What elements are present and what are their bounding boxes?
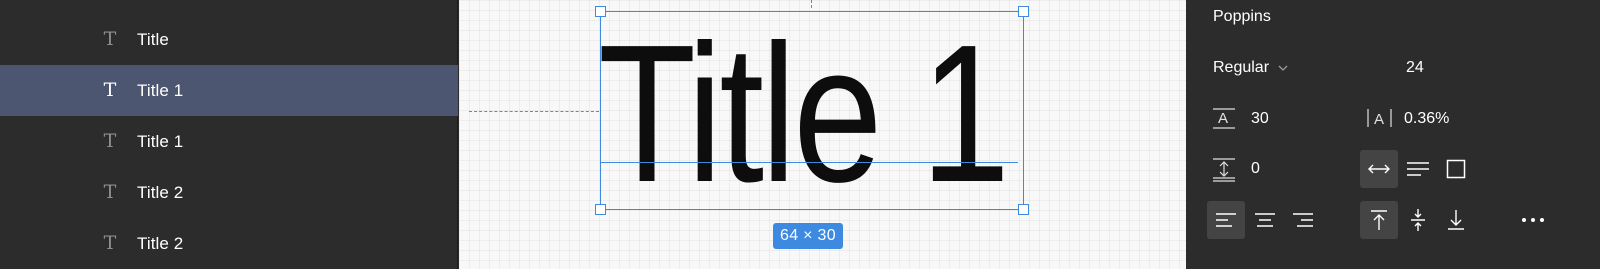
design-canvas[interactable]: Title 1 64 × 30 [459,0,1186,269]
text-icon: T [103,28,117,50]
align-center-button[interactable] [1246,201,1284,239]
layer-item[interactable]: T Title 2 [0,218,458,269]
line-height-input[interactable]: 30 [1251,109,1269,129]
layer-label: Title 2 [137,234,184,253]
layer-item[interactable]: T Title 1 [0,116,458,167]
auto-width-button[interactable] [1360,150,1398,188]
size-badge: 64 × 30 [773,223,843,249]
resize-handle-bottom-left[interactable] [595,204,606,215]
letter-spacing-icon: A [1365,106,1395,135]
layer-item-selected[interactable]: T Title 1 [0,65,458,116]
svg-text:A: A [1218,110,1228,127]
fixed-size-icon [1446,159,1466,179]
align-right-button[interactable] [1284,201,1322,239]
align-bottom-button[interactable] [1437,201,1475,239]
properties-panel: Poppins Regular 24 A 30 A 0.36% 0 [1187,0,1600,269]
layer-item[interactable]: T Title 2 [0,167,458,218]
spacing-guide [469,111,599,112]
align-left-icon [1216,213,1236,227]
text-icon: T [103,232,117,254]
align-center-icon [1255,213,1275,227]
chevron-down-icon [1277,58,1289,78]
auto-height-button[interactable] [1399,150,1437,188]
text-icon: T [103,130,117,152]
fixed-size-button[interactable] [1437,150,1475,188]
paragraph-spacing-input[interactable]: 0 [1251,159,1260,179]
align-left-button[interactable] [1207,201,1245,239]
align-bottom-icon [1448,210,1464,230]
resize-handle-top-left[interactable] [595,6,606,17]
layer-label: Title 1 [137,132,184,151]
auto-height-icon [1407,162,1429,176]
svg-text:A: A [1374,111,1384,128]
align-right-icon [1293,213,1313,227]
align-top-icon [1371,210,1387,230]
resize-handle-bottom-right[interactable] [1018,204,1029,215]
more-icon [1522,218,1544,222]
layers-panel: T Title T Title 1 T Title 1 T Title 2 T … [0,0,458,269]
resize-handle-top-right[interactable] [1018,6,1029,17]
line-height-icon: A [1211,106,1237,135]
align-middle-icon [1411,209,1425,231]
more-button[interactable] [1514,201,1552,239]
font-weight-dropdown[interactable]: Regular [1213,58,1289,78]
layer-label: Title [137,30,169,49]
layer-label: Title 1 [137,81,184,100]
font-size-input[interactable]: 24 [1406,58,1424,78]
paragraph-spacing-icon [1211,157,1237,188]
auto-width-icon [1368,164,1390,174]
text-icon: T [103,181,117,203]
selection-box[interactable] [600,11,1024,210]
align-top-button[interactable] [1360,201,1398,239]
layer-item[interactable]: T Title [0,14,458,65]
text-icon: T [103,79,117,101]
font-weight-value: Regular [1213,59,1270,77]
font-family-dropdown[interactable]: Poppins [1213,7,1271,27]
align-middle-button[interactable] [1399,201,1437,239]
letter-spacing-input[interactable]: 0.36% [1404,109,1449,129]
layer-label: Title 2 [137,183,184,202]
